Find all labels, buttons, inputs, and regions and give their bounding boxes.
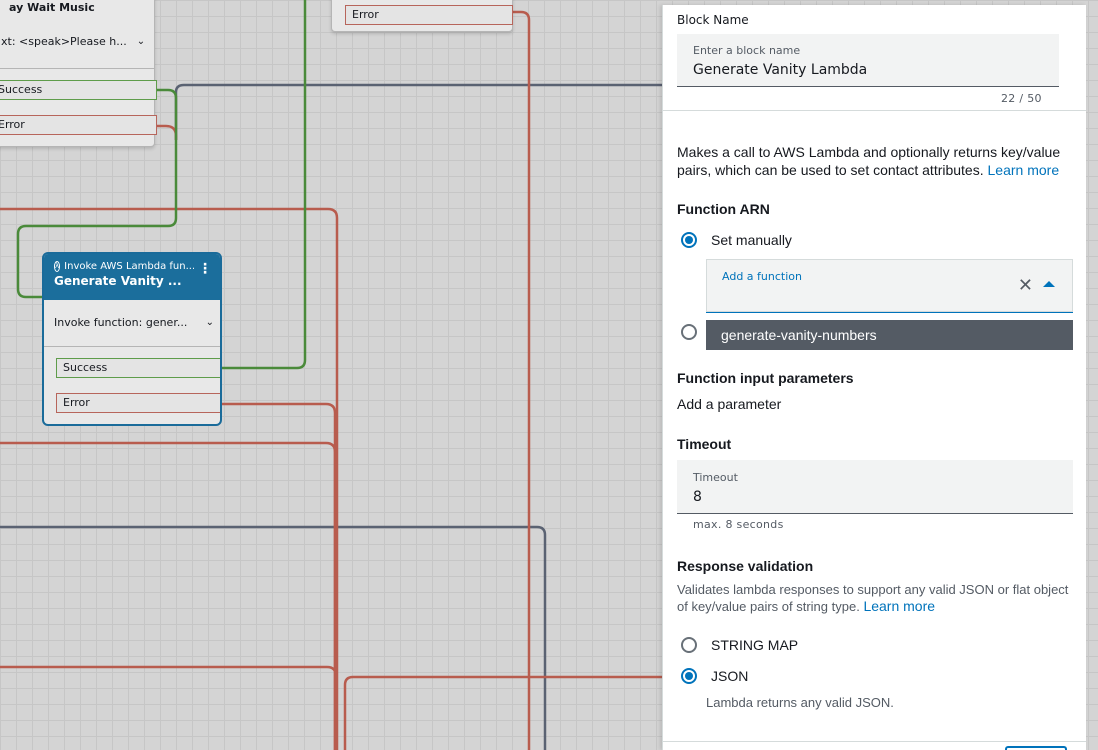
string-map-radio[interactable]: [681, 637, 697, 653]
json-radio[interactable]: [681, 668, 697, 684]
branch-error[interactable]: Error: [0, 115, 157, 135]
json-hint: Lambda returns any valid JSON.: [706, 695, 894, 710]
block-name-input[interactable]: Generate Vanity Lambda: [693, 62, 867, 78]
set-manually-label: Set manually: [711, 232, 792, 248]
timeout-field[interactable]: Timeout 8: [677, 460, 1073, 514]
function-arn-heading: Function ARN: [677, 201, 770, 217]
function-option[interactable]: generate-vanity-numbers: [706, 320, 1073, 350]
branch-error[interactable]: Error: [345, 5, 513, 25]
timeout-input[interactable]: 8: [693, 489, 702, 505]
divider: [0, 68, 154, 69]
string-map-label: STRING MAP: [711, 637, 799, 653]
chevron-down-icon[interactable]: ⌄: [206, 317, 214, 328]
invoke-lambda-node[interactable]: λ Invoke AWS Lambda fun... Generate Vani…: [42, 252, 222, 426]
response-validation-heading: Response validation: [677, 558, 814, 574]
node-header: λ Invoke AWS Lambda fun... Generate Vani…: [44, 254, 220, 300]
set-manually-radio[interactable]: [681, 232, 697, 248]
node-title: ay Wait Music: [9, 1, 95, 14]
lambda-description: Makes a call to AWS Lambda and optionall…: [677, 144, 1061, 178]
properties-panel: Block Name Enter a block name Generate V…: [662, 5, 1086, 750]
response-validation-desc: Validates lambda responses to support an…: [677, 582, 1069, 614]
chevron-down-icon[interactable]: ⌄: [137, 36, 145, 47]
block-name-field[interactable]: Enter a block name Generate Vanity Lambd…: [677, 34, 1059, 87]
close-icon[interactable]: ✕: [1018, 275, 1033, 296]
use-attribute-radio[interactable]: [681, 324, 697, 340]
input-params-heading: Function input parameters: [677, 370, 854, 386]
branch-success[interactable]: Success: [0, 80, 157, 100]
save-button-edge[interactable]: [1005, 746, 1067, 750]
lambda-icon: λ: [54, 261, 61, 272]
play-prompt-node[interactable]: ay Wait Music xt: <speak>Please h... ⌄ S…: [0, 0, 157, 147]
learn-more-link[interactable]: Learn more: [988, 162, 1060, 178]
flow-canvas[interactable]: ay Wait Music xt: <speak>Please h... ⌄ S…: [0, 0, 662, 750]
timeout-heading: Timeout: [677, 436, 732, 452]
divider: [44, 346, 220, 347]
node-type: Invoke AWS Lambda fun...: [64, 261, 194, 272]
response-learn-more-link[interactable]: Learn more: [863, 598, 935, 614]
block-name-label: Block Name: [677, 13, 749, 27]
node-summary[interactable]: xt: <speak>Please h... ⌄: [1, 35, 145, 48]
branch-success[interactable]: Success: [56, 358, 220, 378]
char-count: 22 / 50: [1001, 92, 1042, 105]
branch-error[interactable]: Error: [56, 393, 220, 413]
add-function-select[interactable]: Add a function ✕: [706, 259, 1073, 313]
footer-divider: [663, 741, 1086, 742]
node-summary[interactable]: Invoke function: gener... ⌄: [54, 316, 214, 329]
timeout-hint: max. 8 seconds: [693, 518, 784, 531]
divider: [663, 110, 1086, 111]
json-label: JSON: [711, 668, 749, 684]
node-name: Generate Vanity ...: [54, 274, 182, 288]
more-vertical-icon[interactable]: ⋮: [198, 262, 212, 276]
caret-up-icon[interactable]: [1043, 281, 1055, 287]
upstream-node[interactable]: Error: [331, 0, 513, 32]
add-parameter-link[interactable]: Add a parameter: [677, 395, 781, 413]
